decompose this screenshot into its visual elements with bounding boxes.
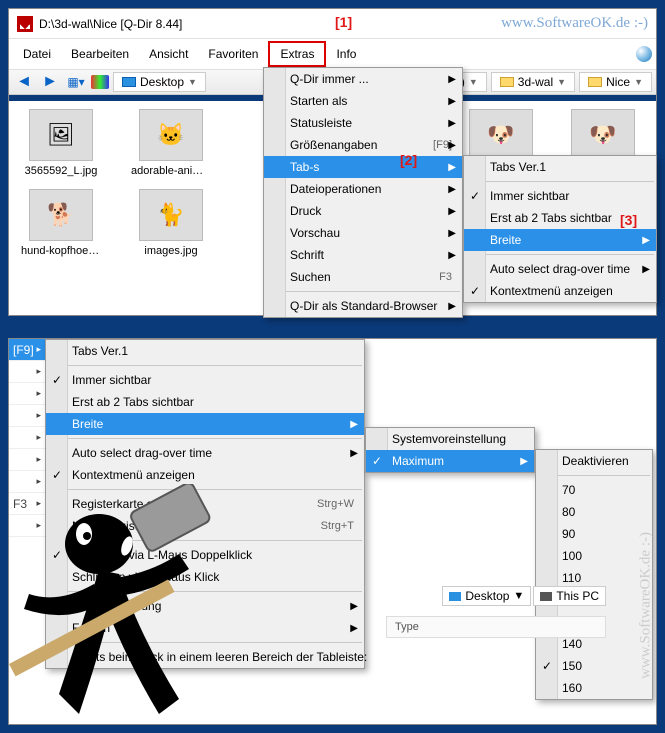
left-shortcut-row[interactable]: [F9]▸	[9, 339, 45, 361]
lower-tabs-menu: Tabs Ver.1 Immer sichtbar✓Erst ab 2 Tabs …	[45, 339, 365, 669]
callout-3: [3]	[620, 212, 637, 228]
titlebar: D:\3d-wal\Nice [Q-Dir 8.44] www.Software…	[9, 9, 656, 39]
menu-item[interactable]: Tab-s▶	[264, 156, 462, 178]
menu-ansicht[interactable]: Ansicht	[139, 43, 198, 65]
menu-item[interactable]: Schließen via L-Maus Doppelklick✓	[46, 544, 364, 566]
folder-icon	[500, 77, 514, 87]
menu-item[interactable]: Statusleiste▶	[264, 112, 462, 134]
menu-item[interactable]: Dateioperationen▶	[264, 178, 462, 200]
app-icon	[17, 16, 33, 32]
menu-item[interactable]: Maximum✓▶	[366, 450, 534, 472]
menu-item[interactable]: Starten als▶	[264, 90, 462, 112]
desktop-icon	[122, 77, 136, 87]
crumb-p1: 3d-wal	[518, 75, 553, 89]
left-shortcut-row[interactable]: ▸	[9, 515, 45, 537]
menu-item[interactable]: Druck▶	[264, 200, 462, 222]
extras-dropdown: Q-Dir immer ...▶Starten als▶Statusleiste…	[263, 67, 463, 318]
menu-item[interactable]: Breite▶	[464, 229, 656, 251]
menu-item[interactable]: Q-Dir als Standard-Browser▶	[264, 295, 462, 317]
menu-item[interactable]: Kontextmenü anzeigen✓	[46, 464, 364, 486]
menu-favoriten[interactable]: Favoriten	[198, 43, 268, 65]
crumb-p2: Nice	[606, 75, 630, 89]
menu-item[interactable]: Registerkarte schließenStrg+W	[46, 493, 364, 515]
color-filter-icon[interactable]	[91, 75, 109, 89]
left-shortcut-row[interactable]: ▸	[9, 383, 45, 405]
file-thumb[interactable]: 🐱adorable-animal-a...	[131, 109, 211, 177]
left-shortcut-row[interactable]: ▸	[9, 361, 45, 383]
menu-datei[interactable]: Datei	[13, 43, 61, 65]
lower-breadcrumb[interactable]: Desktop ▼ This PC	[442, 586, 606, 606]
menu-extras[interactable]: Extras	[268, 41, 326, 67]
maximum-submenu: Deaktivieren708090100110120130140150✓160	[535, 449, 653, 700]
menu-item[interactable]: Breite▶	[46, 413, 364, 435]
tabs-submenu: Tabs Ver.1Immer sichtbar✓Erst ab 2 Tabs …	[463, 155, 657, 303]
menu-item[interactable]: Größenangaben[F9]▶	[264, 134, 462, 156]
menu-item[interactable]: 70	[536, 479, 652, 501]
type-column-header[interactable]: Type	[386, 616, 606, 638]
menu-item[interactable]: Auto select drag-over time▶	[46, 442, 364, 464]
left-shortcut-col: [F9]▸▸▸▸▸▸▸F3▸▸	[9, 339, 45, 537]
menu-item[interactable]: Kontextmenü anzeigen✓	[464, 280, 656, 302]
menu-item[interactable]: Tabs Ver.1	[464, 156, 656, 178]
menu-item[interactable]: Q-Dir immer ...▶	[264, 68, 462, 90]
left-shortcut-row[interactable]: ▸	[9, 427, 45, 449]
menu-item[interactable]: Schrift▶	[264, 244, 462, 266]
menu-item[interactable]: Immer sichtbar✓	[46, 369, 364, 391]
watermark-side: www.SoftwareOK.de :-)	[638, 532, 655, 679]
menu-item[interactable]: Erst ab 2 Tabs sichtbar	[46, 391, 364, 413]
menu-item[interactable]: 80	[536, 501, 652, 523]
menu-item[interactable]: Neue RegisterkarteStrg+T	[46, 515, 364, 537]
folder-icon	[588, 77, 602, 87]
left-shortcut-row[interactable]: ▸	[9, 405, 45, 427]
menu-item[interactable]: Auto select drag-over time▶	[464, 258, 656, 280]
callout-1: [1]	[335, 14, 352, 30]
left-shortcut-row[interactable]: F3▸	[9, 493, 45, 515]
breadcrumb-folder2[interactable]: Nice ▼	[579, 72, 652, 92]
menubar: Datei Bearbeiten Ansicht Favoriten Extra…	[9, 39, 656, 70]
menu-item[interactable]: Tab Gruppierung▶	[46, 595, 364, 617]
file-thumb[interactable]: 🖼3565592_L.jpg	[21, 109, 101, 177]
menu-item[interactable]: 100	[536, 545, 652, 567]
window-title: D:\3d-wal\Nice [Q-Dir 8.44]	[39, 17, 495, 31]
menu-bearbeiten[interactable]: Bearbeiten	[61, 43, 139, 65]
nav-forward-icon[interactable]: ►	[39, 72, 61, 92]
left-shortcut-row[interactable]: ▸	[9, 471, 45, 493]
menu-info[interactable]: Info	[326, 43, 366, 65]
menu-item[interactable]: 90	[536, 523, 652, 545]
globe-icon[interactable]	[636, 46, 652, 62]
left-shortcut-row[interactable]: ▸	[9, 449, 45, 471]
callout-2: [2]	[400, 152, 417, 168]
menu-item[interactable]: Schließen via M-Maus Klick	[46, 566, 364, 588]
menu-item[interactable]: Immer sichtbar✓	[464, 185, 656, 207]
breite-submenu: SystemvoreinstellungMaximum✓▶	[365, 427, 535, 473]
menu-item[interactable]: Systemvoreinstellung	[366, 428, 534, 450]
breadcrumb-folder1[interactable]: 3d-wal ▼	[491, 72, 575, 92]
menu-item[interactable]: SuchenF3	[264, 266, 462, 288]
menu-item[interactable]: 150✓	[536, 655, 652, 677]
menu-item[interactable]: Deaktivieren	[536, 450, 652, 472]
chevron-down-icon: ▼	[188, 77, 197, 87]
menu-item[interactable]: Vorschau▶	[264, 222, 462, 244]
menu-item[interactable]: Tabs Ver.1	[46, 340, 364, 362]
menu-item[interactable]: 160	[536, 677, 652, 699]
watermark-top: www.SoftwareOK.de :-)	[501, 15, 648, 32]
menu-item[interactable]: Nichts beim Klick in einem leeren Bereic…	[46, 646, 364, 668]
menu-item[interactable]: Farben▶	[46, 617, 364, 639]
lower-panel: [F9]▸▸▸▸▸▸▸F3▸▸ Tabs Ver.1Immer sichtbar…	[8, 338, 657, 725]
file-thumb[interactable]: 🐈images.jpg	[131, 189, 211, 257]
breadcrumb-left[interactable]: Desktop ▼	[113, 72, 206, 92]
nav-back-icon[interactable]: ◄	[13, 72, 35, 92]
view-mode-icon[interactable]: ▦▾	[65, 72, 87, 92]
file-thumb[interactable]: 🐕hund-kopfhoerer-...	[21, 189, 101, 257]
breadcrumb-desktop: Desktop	[140, 75, 184, 89]
